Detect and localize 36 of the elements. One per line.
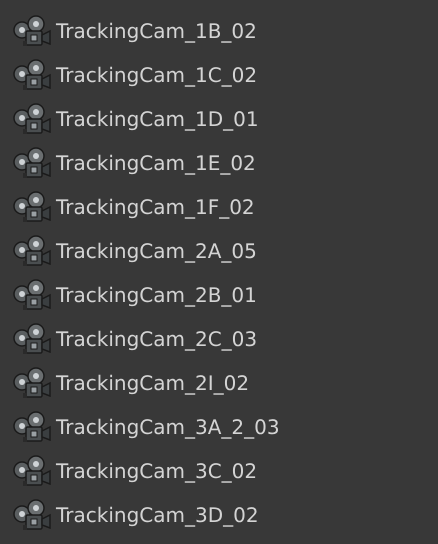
film-camera-icon [12, 278, 54, 312]
list-item[interactable]: TrackingCam_1F_02 [0, 185, 438, 229]
list-item[interactable]: TrackingCam_2I_02 [0, 361, 438, 405]
item-label: TrackingCam_1C_02 [56, 62, 258, 89]
item-label: TrackingCam_2B_01 [56, 282, 257, 309]
list-item[interactable]: TrackingCam_2B_01 [0, 273, 438, 317]
film-camera-icon [12, 366, 54, 400]
film-camera-icon [12, 190, 54, 224]
film-camera-icon [12, 454, 54, 488]
film-camera-icon [12, 146, 54, 180]
list-item[interactable]: TrackingCam_1D_01 [0, 97, 438, 141]
item-label: TrackingCam_2A_05 [56, 238, 257, 265]
film-camera-icon [12, 102, 54, 136]
item-label: TrackingCam_1D_01 [56, 106, 259, 133]
item-label: TrackingCam_1B_02 [56, 18, 257, 45]
film-camera-icon [12, 410, 54, 444]
film-camera-icon [12, 14, 54, 48]
film-camera-icon [12, 498, 54, 532]
film-camera-icon [12, 58, 54, 92]
list-item[interactable]: TrackingCam_2A_05 [0, 229, 438, 273]
item-label: TrackingCam_2C_03 [56, 326, 258, 353]
list-item[interactable]: TrackingCam_2C_03 [0, 317, 438, 361]
item-label: TrackingCam_3D_02 [56, 502, 259, 529]
film-camera-icon [12, 322, 54, 356]
item-label: TrackingCam_3A_2_03 [56, 414, 280, 441]
list-item[interactable]: TrackingCam_3C_02 [0, 449, 438, 493]
list-item[interactable]: TrackingCam_3D_02 [0, 493, 438, 537]
item-label: TrackingCam_2I_02 [56, 370, 250, 397]
item-label: TrackingCam_1F_02 [56, 194, 255, 221]
list-item[interactable]: TrackingCam_1B_02 [0, 9, 438, 53]
list-item[interactable]: TrackingCam_1E_02 [0, 141, 438, 185]
film-camera-icon [12, 234, 54, 268]
list-item[interactable]: TrackingCam_3A_2_03 [0, 405, 438, 449]
list-item[interactable]: TrackingCam_1C_02 [0, 53, 438, 97]
item-label: TrackingCam_1E_02 [56, 150, 256, 177]
item-label: TrackingCam_3C_02 [56, 458, 258, 485]
